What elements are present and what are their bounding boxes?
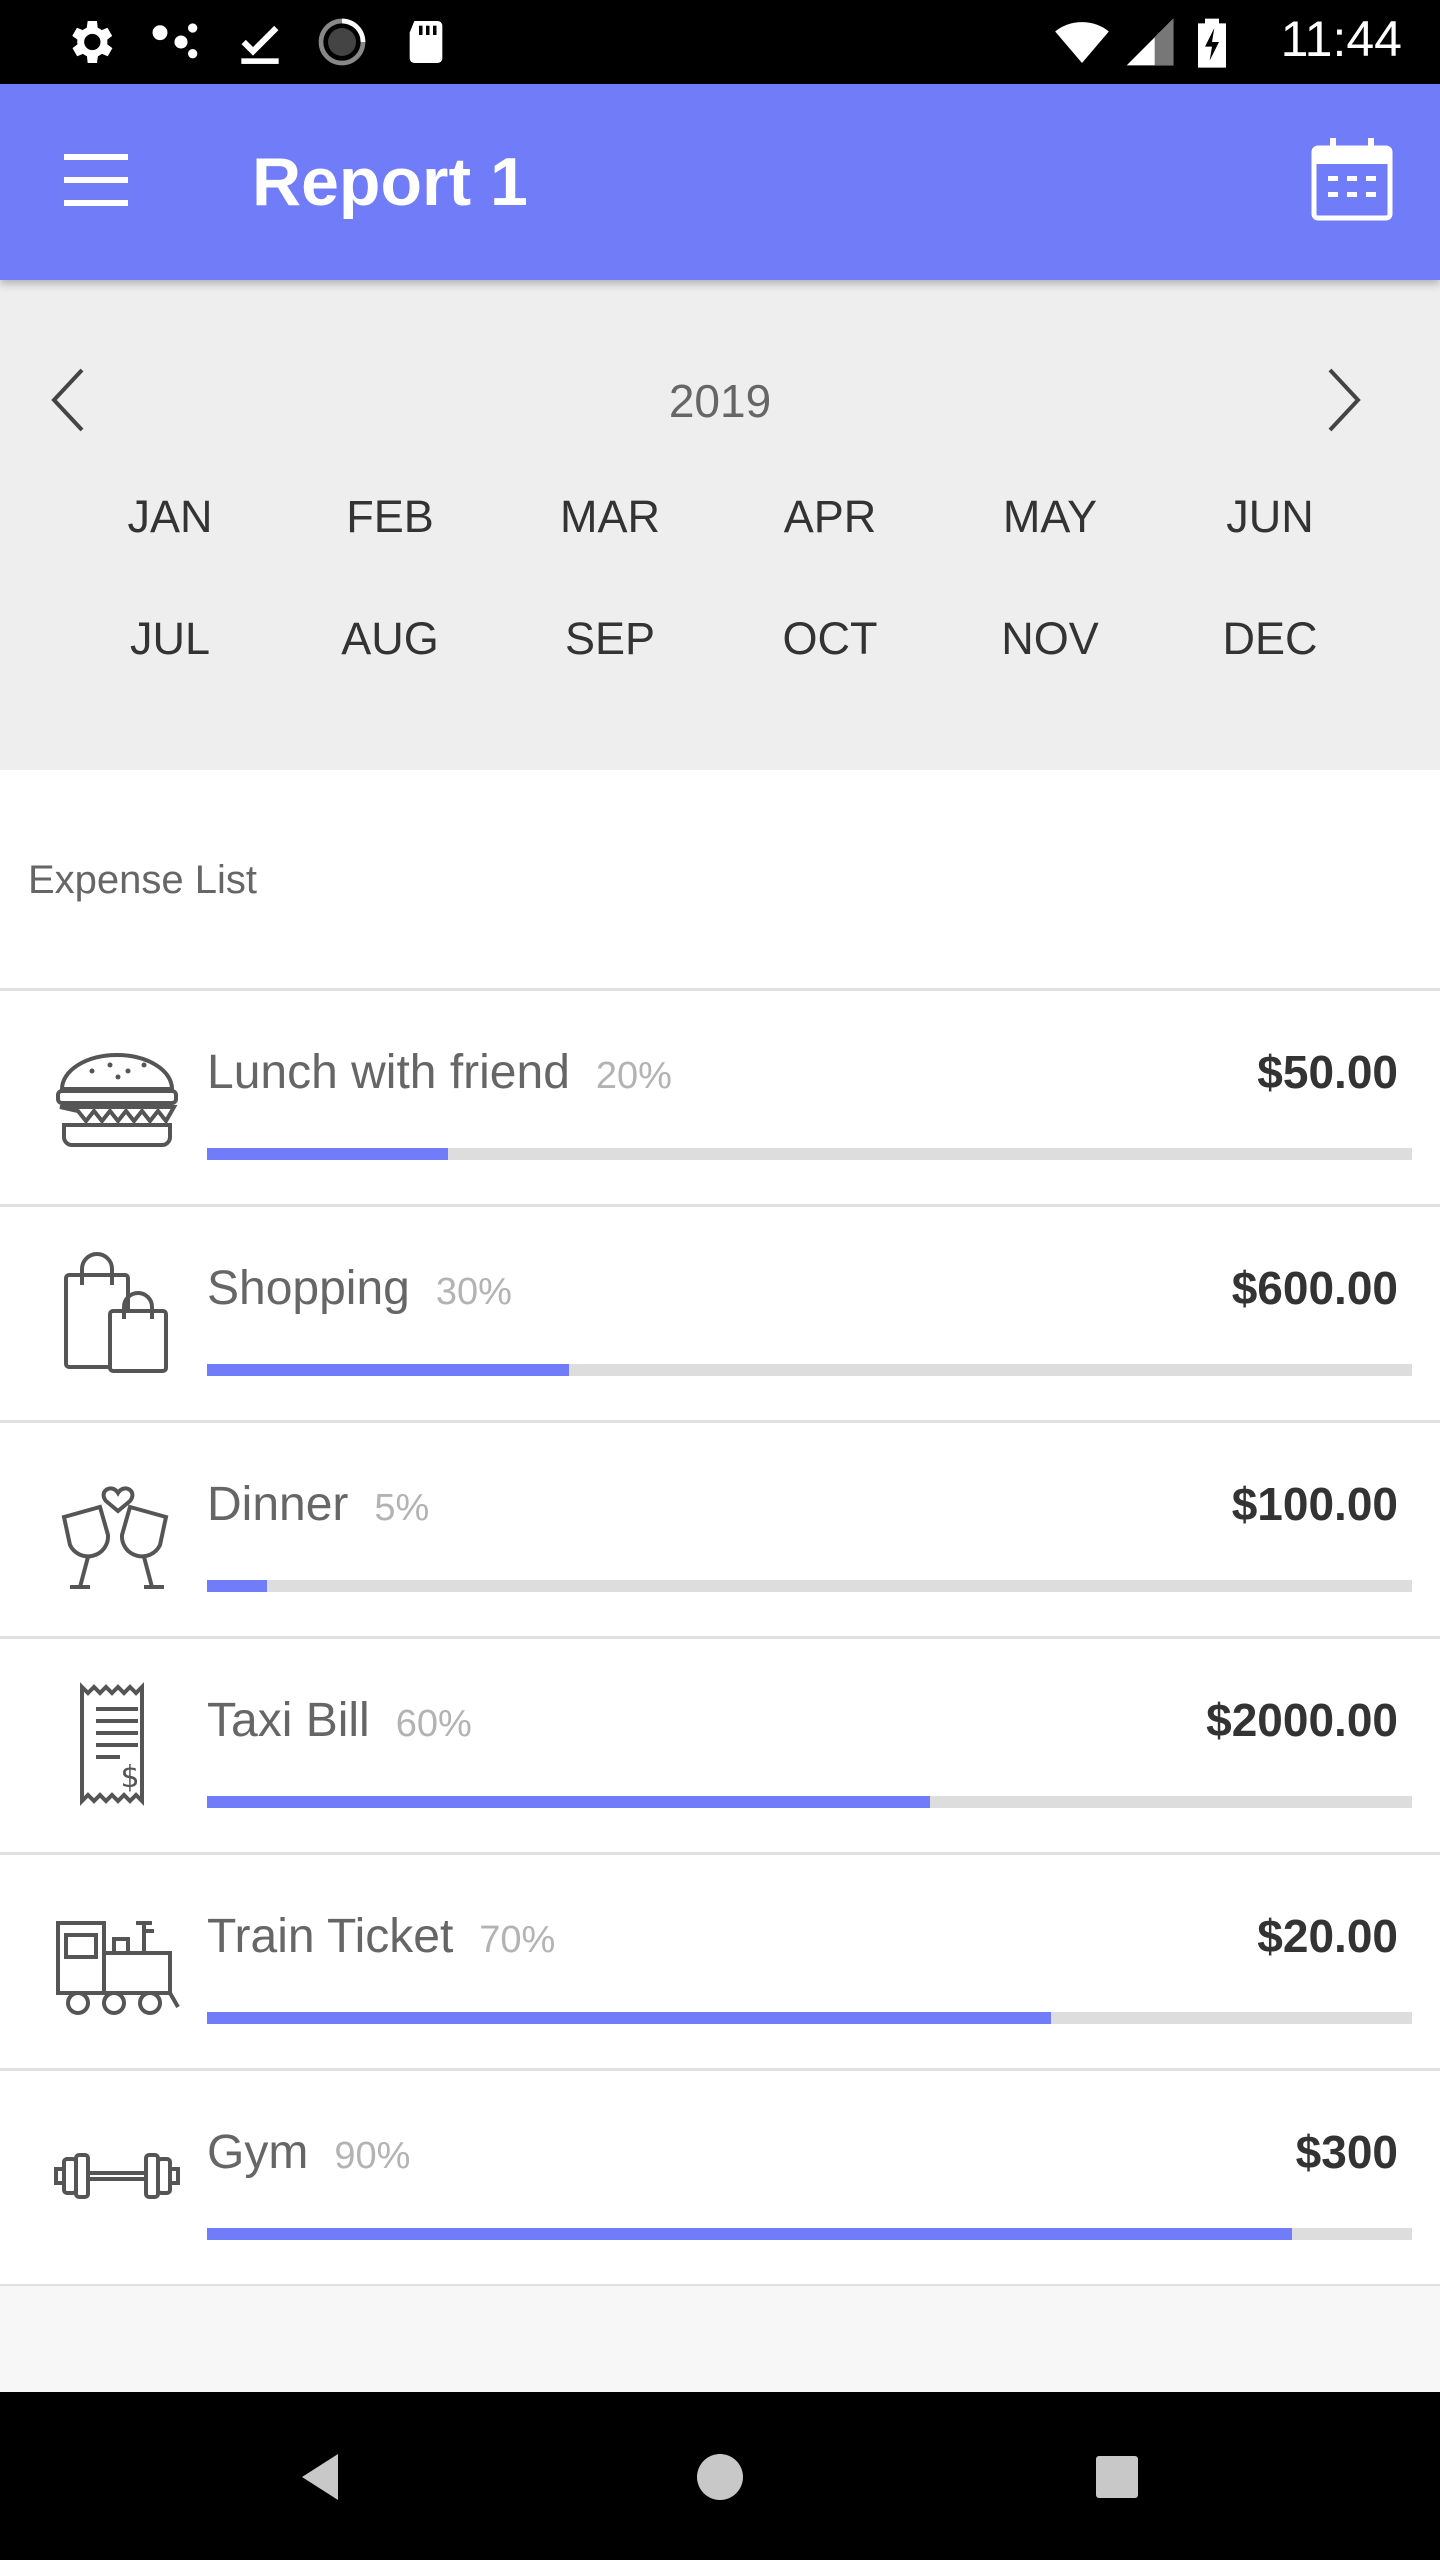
list-item[interactable]: Lunch with friend 20% $50.00	[0, 988, 1440, 1204]
progress-fill	[207, 2012, 1051, 2024]
dumbbell-icon	[54, 2153, 180, 2199]
item-name: Gym 90%	[207, 2125, 410, 2180]
month-oct[interactable]: OCT	[720, 607, 940, 671]
receipt-icon: $	[80, 1682, 144, 1806]
item-amount: $50.00	[1257, 1046, 1398, 1098]
shopping-bags-icon	[64, 1252, 168, 1373]
month-dec[interactable]: DEC	[1160, 607, 1380, 671]
dots-icon	[152, 23, 198, 59]
list-item[interactable]: Train Ticket 70% $20.00	[0, 1852, 1440, 2068]
expense-list: Expense List Lunch with friend 20% $50.00	[0, 770, 1440, 2392]
clock: 11:44	[1280, 11, 1402, 67]
year-label: 2019	[668, 375, 772, 427]
item-percent: 20%	[595, 1055, 672, 1097]
svg-text:$: $	[120, 1760, 139, 1795]
progress-track	[207, 1364, 1412, 1376]
item-name-text: Lunch with friend	[207, 1046, 570, 1099]
progress-fill	[207, 1148, 448, 1160]
item-amount: $600.00	[1231, 1262, 1398, 1314]
month-mar[interactable]: MAR	[500, 485, 720, 549]
home-icon[interactable]	[685, 2442, 755, 2512]
progress-track	[207, 2012, 1412, 2024]
battery-charging-icon	[1198, 18, 1226, 68]
item-name: Train Ticket 70%	[207, 1909, 555, 1964]
month-aug[interactable]: AUG	[280, 607, 500, 671]
item-percent: 60%	[395, 1703, 472, 1745]
list-footer-space	[0, 2286, 1440, 2392]
progress-fill	[207, 1364, 569, 1376]
list-item[interactable]: Gym 90% $300	[0, 2068, 1440, 2287]
wine-glasses-icon	[61, 1486, 169, 1589]
month-nov[interactable]: NOV	[940, 607, 1160, 671]
download-done-icon	[241, 25, 279, 64]
sd-card-icon	[409, 21, 443, 63]
status-bar: 11:44	[0, 0, 1440, 84]
item-amount: $300	[1295, 2126, 1398, 2178]
app-bar: Report 1	[0, 84, 1440, 280]
progress-track	[207, 1580, 1412, 1592]
menu-icon[interactable]	[56, 144, 140, 220]
month-jan[interactable]: JAN	[60, 485, 280, 549]
item-name-text: Train Ticket	[207, 1910, 454, 1963]
list-item[interactable]: Dinner 5% $100.00	[0, 1420, 1440, 1636]
item-name-text: Gym	[207, 2126, 309, 2179]
item-amount: $2000.00	[1206, 1694, 1398, 1746]
signal-icon	[1126, 18, 1174, 66]
item-name: Dinner 5%	[207, 1477, 429, 1532]
list-item[interactable]: Shopping 30% $600.00	[0, 1204, 1440, 1420]
progress-track	[207, 2228, 1412, 2240]
page-title: Report 1	[252, 144, 528, 220]
list-title: Expense List	[28, 858, 258, 902]
progress-fill	[207, 1796, 930, 1808]
settings-icon	[72, 21, 113, 63]
item-amount: $100.00	[1231, 1478, 1398, 1530]
item-name: Shopping 30%	[207, 1261, 512, 1316]
back-icon[interactable]	[288, 2442, 358, 2512]
month-grid: JAN FEB MAR APR MAY JUN JUL AUG SEP OCT …	[60, 485, 1380, 671]
calendar-icon[interactable]	[1306, 134, 1398, 226]
month-sep[interactable]: SEP	[500, 607, 720, 671]
month-apr[interactable]: APR	[720, 485, 940, 549]
month-feb[interactable]: FEB	[280, 485, 500, 549]
month-jun[interactable]: JUN	[1160, 485, 1380, 549]
item-percent: 5%	[374, 1487, 430, 1529]
item-name: Lunch with friend 20%	[207, 1045, 672, 1100]
list-item[interactable]: $ Taxi Bill 60% $2000.00	[0, 1636, 1440, 1852]
recents-icon[interactable]	[1082, 2442, 1152, 2512]
progress-fill	[207, 2228, 1292, 2240]
burger-icon	[56, 1053, 178, 1147]
item-percent: 70%	[479, 1919, 556, 1961]
train-icon	[56, 1921, 180, 2015]
item-amount: $20.00	[1257, 1910, 1398, 1962]
month-jul[interactable]: JUL	[60, 607, 280, 671]
item-name-text: Taxi Bill	[207, 1694, 370, 1747]
month-picker: 2019 JAN FEB MAR APR MAY JUN JUL AUG SEP…	[0, 280, 1440, 770]
item-percent: 30%	[435, 1271, 512, 1313]
item-percent: 90%	[334, 2135, 411, 2177]
item-name-text: Shopping	[207, 1262, 410, 1315]
month-may[interactable]: MAY	[940, 485, 1160, 549]
progress-fill	[207, 1580, 268, 1592]
progress-track	[207, 1796, 1412, 1808]
loading-icon	[318, 18, 366, 66]
item-name-text: Dinner	[207, 1478, 349, 1531]
system-nav-bar	[0, 2392, 1440, 2560]
progress-track	[207, 1148, 1412, 1160]
wifi-icon	[1055, 22, 1109, 63]
item-name: Taxi Bill 60%	[207, 1693, 472, 1748]
next-year-icon[interactable]	[1308, 360, 1378, 440]
